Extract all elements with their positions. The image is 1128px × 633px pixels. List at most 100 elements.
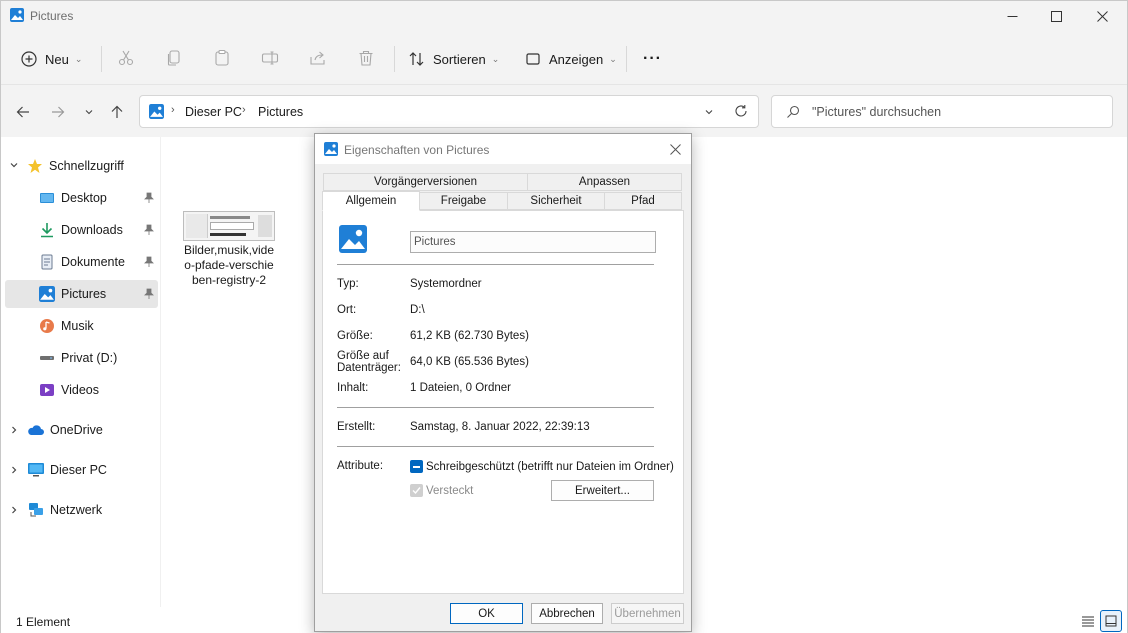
chevron-right-icon[interactable] <box>9 505 19 515</box>
cut-button[interactable] <box>116 48 136 68</box>
breadcrumb-pictures[interactable]: Pictures <box>258 105 303 119</box>
close-icon <box>669 143 681 155</box>
readonly-label: Schreibgeschützt (betrifft nur Dateien i… <box>426 461 674 473</box>
large-icons-view-button[interactable] <box>1100 610 1122 632</box>
tab-location[interactable]: Pfad <box>604 192 682 210</box>
address-bar[interactable]: › Dieser PC › Pictures <box>139 95 759 128</box>
chevron-right-icon[interactable] <box>9 425 19 435</box>
advanced-button[interactable]: Erweitert... <box>551 480 654 501</box>
folder-name-field[interactable]: Pictures <box>410 231 656 253</box>
sidebar-item-documents[interactable]: Dokumente <box>5 248 158 276</box>
rename-button[interactable] <box>260 48 280 68</box>
tab-customize[interactable]: Anpassen <box>527 173 682 191</box>
tab-general[interactable]: Allgemein <box>322 191 420 211</box>
sidebar-item-pictures[interactable]: Pictures <box>5 280 158 308</box>
forward-button[interactable] <box>48 102 68 122</box>
document-icon <box>41 254 53 270</box>
ok-button[interactable]: OK <box>450 603 523 624</box>
dialog-close-button[interactable] <box>667 141 683 157</box>
sidebar-label: Musik <box>61 319 94 333</box>
new-button[interactable]: Neu ⌄ <box>21 46 82 72</box>
maximize-button[interactable] <box>1033 1 1079 31</box>
hidden-label: Versteckt <box>426 485 474 497</box>
image-thumbnail <box>183 211 275 241</box>
tab-label: Freigabe <box>440 195 487 207</box>
pin-icon[interactable] <box>144 192 154 204</box>
toolbar-divider <box>394 46 395 72</box>
minimize-button[interactable] <box>989 1 1035 31</box>
chevron-down-icon[interactable] <box>704 107 714 117</box>
chevron-down-icon <box>85 110 93 115</box>
up-button[interactable] <box>107 102 127 122</box>
chevron-down-icon[interactable] <box>9 160 19 170</box>
scissors-icon <box>118 50 134 66</box>
sort-label: Sortieren <box>433 51 486 67</box>
disk-size-label-2: Datenträger: <box>337 362 401 374</box>
created-label: Erstellt: <box>337 421 376 433</box>
refresh-icon[interactable] <box>734 104 748 118</box>
sort-button[interactable]: Sortieren ⌄ <box>409 46 499 72</box>
sidebar-item-downloads[interactable]: Downloads <box>5 216 158 244</box>
divider <box>337 264 654 265</box>
desktop-icon <box>40 193 54 203</box>
recent-locations-button[interactable] <box>79 102 99 122</box>
contents-value: 1 Dateien, 0 Ordner <box>410 382 512 394</box>
pin-icon[interactable] <box>144 256 154 268</box>
checkmark-icon <box>412 487 421 495</box>
tab-label: Anpassen <box>578 176 631 188</box>
chevron-right-icon[interactable] <box>9 465 19 475</box>
attributes-label: Attribute: <box>337 460 384 472</box>
tab-previous-versions[interactable]: Vorgängerversionen <box>323 173 528 191</box>
search-box[interactable]: "Pictures" durchsuchen <box>771 95 1113 128</box>
tab-sharing[interactable]: Freigabe <box>419 192 508 210</box>
sidebar-item-drive[interactable]: Privat (D:) <box>5 344 158 372</box>
pin-icon[interactable] <box>144 224 154 236</box>
share-icon <box>310 51 325 65</box>
paste-button[interactable] <box>212 48 232 68</box>
pin-icon[interactable] <box>144 288 154 300</box>
readonly-checkbox[interactable] <box>410 460 423 473</box>
sidebar-item-quick-access[interactable]: Schnellzugriff <box>27 152 157 180</box>
navigation-pane: Schnellzugriff Desktop Downloads Dokumen… <box>1 137 161 607</box>
chevron-down-icon: ⌄ <box>74 53 83 64</box>
type-label: Typ: <box>337 278 359 290</box>
sidebar-item-this-pc[interactable]: Dieser PC <box>27 456 157 484</box>
sidebar-item-videos[interactable]: Videos <box>5 376 158 404</box>
share-button[interactable] <box>308 48 328 68</box>
sidebar-label: Schnellzugriff <box>49 159 124 173</box>
sidebar-item-onedrive[interactable]: OneDrive <box>27 416 157 444</box>
sidebar-item-network[interactable]: Netzwerk <box>27 496 157 524</box>
file-item[interactable]: Bilder,musik,video-pfade-verschieben-reg… <box>181 211 277 288</box>
close-button[interactable] <box>1079 1 1125 31</box>
dialog-title-bar: Eigenschaften von Pictures <box>315 134 691 164</box>
music-icon <box>40 319 54 333</box>
breadcrumb-this-pc[interactable]: Dieser PC <box>185 105 242 119</box>
disk-size-value: 64,0 KB (65.536 Bytes) <box>410 356 529 368</box>
sidebar-item-music[interactable]: Musik <box>5 312 158 340</box>
divider <box>337 407 654 408</box>
pictures-folder-icon <box>339 225 367 253</box>
delete-button[interactable] <box>356 48 376 68</box>
tab-security[interactable]: Sicherheit <box>507 192 605 210</box>
more-options-button[interactable]: ··· <box>643 46 662 72</box>
computer-icon <box>28 463 44 477</box>
copy-icon <box>167 50 180 66</box>
back-button[interactable] <box>13 102 33 122</box>
cloud-icon <box>28 425 44 435</box>
view-button[interactable]: Anzeigen ⌄ <box>525 46 617 72</box>
cancel-button[interactable]: Abbrechen <box>531 603 603 624</box>
copy-button[interactable] <box>164 48 184 68</box>
hidden-checkbox[interactable] <box>410 484 423 497</box>
pictures-folder-icon <box>324 142 338 156</box>
contents-label: Inhalt: <box>337 382 369 394</box>
more-icon: ··· <box>643 50 662 67</box>
general-tab-panel: Pictures Typ: Systemordner Ort: D:\ Größ… <box>322 210 684 594</box>
sidebar-item-desktop[interactable]: Desktop <box>5 184 158 212</box>
apply-button[interactable]: Übernehmen <box>611 603 684 624</box>
search-input[interactable]: "Pictures" durchsuchen <box>812 105 941 119</box>
toolbar-divider <box>626 46 627 72</box>
details-view-icon[interactable] <box>1081 614 1095 628</box>
tab-label: Pfad <box>631 195 655 207</box>
sidebar-label: Videos <box>61 383 99 397</box>
trash-icon <box>359 50 373 66</box>
